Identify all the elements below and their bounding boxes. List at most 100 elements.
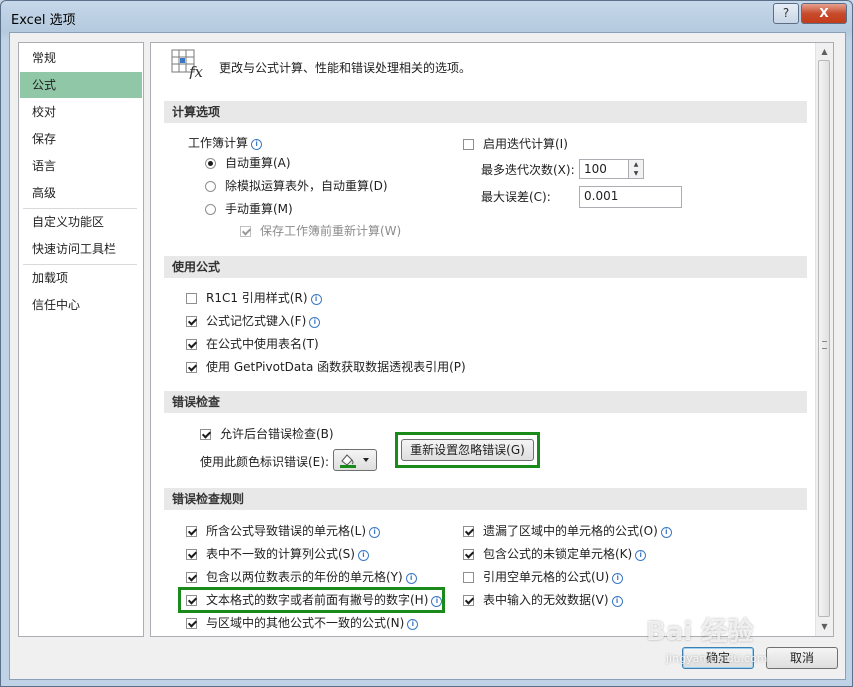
checkbox-table-names[interactable]: 在公式中使用表名(T) [186,335,319,353]
checkbox-getpivotdata[interactable]: 使用 GetPivotData 函数获取数据透视表引用(P) [186,358,466,376]
rule-label: 表中不一致的计算列公式(S) [206,547,355,561]
checkbox[interactable] [186,549,197,560]
checkbox-enable-iterative[interactable]: 启用迭代计算(I) [463,135,568,153]
rule-label: 包含以两位数表示的年份的单元格(Y) [206,570,403,584]
radio-auto-except-tables[interactable]: 除模拟运算表外，自动重算(D) [205,177,388,195]
radio-auto-except-label: 除模拟运算表外，自动重算(D) [225,179,388,193]
radio-manual-label: 手动重算(M) [225,202,293,216]
checkbox-autocomplete[interactable]: 公式记忆式键入(F) i [186,312,321,330]
checkbox[interactable] [186,618,197,629]
sidebar-item-formulas[interactable]: 公式 [20,72,142,98]
radio-button[interactable] [205,181,216,192]
info-icon: i [660,527,672,538]
vertical-scrollbar[interactable]: ▲ ▼ [815,43,833,636]
rule-left-1[interactable]: 表中不一致的计算列公式(S) i [186,545,369,563]
sidebar-item-customize-ribbon[interactable]: 自定义功能区 [20,209,142,235]
autocomplete-label: 公式记忆式键入(F) [206,314,307,328]
scroll-thumb[interactable] [818,60,830,617]
grip-icon [822,341,827,349]
error-color-swatch [340,465,356,468]
max-iterations-spinner[interactable]: ▲ ▼ [628,159,644,179]
info-icon: i [612,573,624,584]
window-title: Excel 选项 [11,13,76,28]
reset-ignored-errors-button[interactable]: 重新设置忽略错误(G) [401,439,534,461]
rule-label: 包含公式的未锁定单元格(K) [483,547,633,561]
sidebar-item-language[interactable]: 语言 [20,153,142,179]
checkbox-r1c1[interactable]: R1C1 引用样式(R) i [186,289,322,307]
checkbox[interactable] [186,362,197,373]
rule-label: 文本格式的数字或者前面有撇号的数字(H) [206,593,429,607]
error-color-picker[interactable] [333,449,377,471]
spin-down-icon[interactable]: ▼ [629,169,643,178]
section-error-checking-rules: 错误检查规则 [164,488,807,510]
rule-left-2[interactable]: 包含以两位数表示的年份的单元格(Y) i [186,568,417,586]
rule-label: 所含公式导致错误的单元格(L) [206,524,367,538]
sidebar-item-trust-center[interactable]: 信任中心 [20,292,142,318]
cancel-button[interactable]: 取消 [766,647,838,669]
rule-right-3[interactable]: 表中输入的无效数据(V) i [463,591,623,609]
checkbox-background-error-check[interactable]: 允许后台错误检查(B) [200,425,334,443]
radio-manual[interactable]: 手动重算(M) [205,200,293,218]
checkbox[interactable] [463,139,474,150]
radio-auto[interactable]: 自动重算(A) [205,154,291,172]
info-icon: i [369,527,381,538]
help-button[interactable]: ? [773,3,799,24]
options-sidebar: 常规 公式 校对 保存 语言 高级 自定义功能区 快速访问工具栏 加载项 信任中… [18,42,144,637]
checkbox[interactable] [186,316,197,327]
checkbox[interactable] [463,526,474,537]
max-change-input[interactable]: 0.001 [579,186,682,208]
max-iterations-label: 最多迭代次数(X): [481,163,575,177]
background-error-label: 允许后台错误检查(B) [220,427,334,441]
checkbox[interactable] [463,595,474,606]
sidebar-item-general[interactable]: 常规 [20,45,142,71]
radio-auto-label: 自动重算(A) [225,156,291,170]
spin-up-icon[interactable]: ▲ [629,160,643,169]
rule-left-3[interactable]: 文本格式的数字或者前面有撇号的数字(H) i [186,591,443,609]
checkbox[interactable] [463,572,474,583]
radio-button[interactable] [205,158,216,169]
rule-left-4[interactable]: 与区域中的其他公式不一致的公式(N) i [186,614,419,632]
watermark-url: jingyan.baidu.com [666,652,768,665]
rule-right-1[interactable]: 包含公式的未锁定单元格(K) i [463,545,647,563]
checkbox[interactable] [463,549,474,560]
sidebar-item-save[interactable]: 保存 [20,126,142,152]
radio-button[interactable] [205,204,216,215]
excel-options-window: Excel 选项 ? X 常规 公式 校对 保存 语言 高级 自定义功能区 快速… [0,0,853,687]
error-color-label: 使用此颜色标识错误(E): [200,455,329,469]
close-button[interactable]: X [801,3,847,24]
checkbox[interactable] [186,293,197,304]
recalc-before-save-label: 保存工作簿前重新计算(W) [260,224,402,238]
checkbox[interactable] [186,526,197,537]
sidebar-item-quick-access[interactable]: 快速访问工具栏 [20,236,142,262]
rule-label: 与区域中的其他公式不一致的公式(N) [206,616,405,630]
checkbox[interactable] [186,572,197,583]
rule-left-0[interactable]: 所含公式导致错误的单元格(L) i [186,522,381,540]
info-icon: i [611,596,623,607]
scroll-down-icon[interactable]: ▼ [816,618,833,635]
sidebar-item-advanced[interactable]: 高级 [20,180,142,206]
info-icon: i [357,550,369,561]
info-icon: i [431,596,443,607]
rule-label: 表中输入的无效数据(V) [483,593,609,607]
sidebar-item-proofing[interactable]: 校对 [20,99,142,125]
enable-iterative-label: 启用迭代计算(I) [483,137,568,151]
sidebar-item-addins[interactable]: 加载项 [20,265,142,291]
info-icon: i [309,317,321,328]
max-change-label: 最大误差(C): [481,190,551,204]
watermark-logo: Bai 经验 [646,617,754,647]
max-iterations-input[interactable]: 100 [579,159,629,179]
info-icon: i [405,573,417,584]
info-icon: i [310,294,322,305]
rule-right-0[interactable]: 遗漏了区域中的单元格的公式(O) i [463,522,672,540]
info-icon: i [407,619,419,630]
checkbox[interactable] [200,429,211,440]
checkbox[interactable] [186,339,197,350]
header-description: 更改与公式计算、性能和错误处理相关的选项。 [219,61,472,75]
scroll-up-icon[interactable]: ▲ [816,43,833,60]
section-working-with-formulas: 使用公式 [164,256,807,278]
checkbox[interactable] [186,595,197,606]
section-calc-options: 计算选项 [164,101,807,123]
checkbox-recalc-before-save: 保存工作簿前重新计算(W) [240,222,401,240]
table-names-label: 在公式中使用表名(T) [206,337,319,351]
rule-right-2[interactable]: 引用空单元格的公式(U) i [463,568,624,586]
